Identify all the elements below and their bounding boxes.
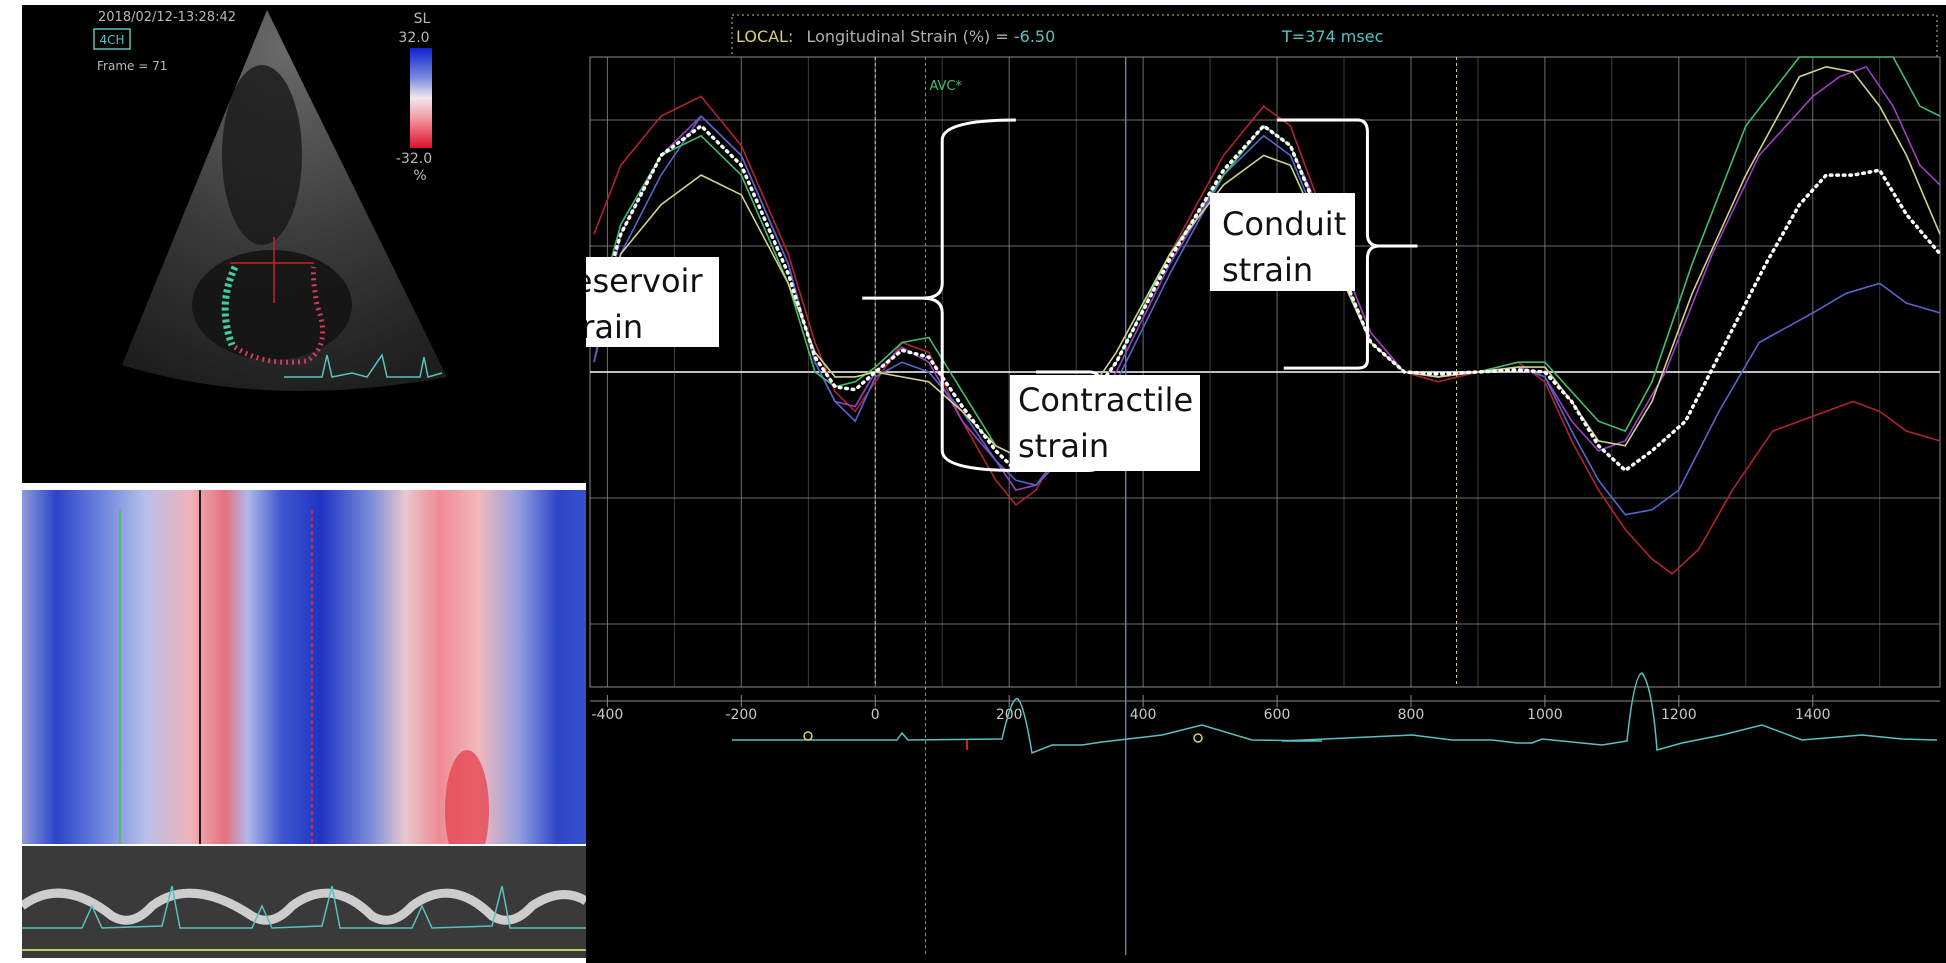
- strain-annotations: Reservoir strain Conduit strain Contract…: [586, 118, 1418, 472]
- local-label: LOCAL:: [736, 27, 793, 46]
- conduit-label-line1: Conduit: [1222, 205, 1346, 243]
- color-scale-unit: %: [413, 168, 426, 184]
- x-tick-label: 600: [1264, 707, 1291, 723]
- echo-image-panel: 2018/02/12-13:28:42 4CH Frame = 71 SL 32…: [22, 5, 586, 483]
- mmode-strip-svg: [22, 846, 586, 958]
- bottom-ecg-trace: [732, 672, 1938, 755]
- measure-label: Longitudinal Strain (%) =: [806, 27, 1008, 46]
- strain-chart-panel: LOCAL: Longitudinal Strain (%) = -6.50 T…: [586, 5, 1946, 963]
- color-scale-max: 32.0: [398, 30, 429, 46]
- ecg-event-marker-2: [1193, 733, 1203, 743]
- color-scale-min: -32.0: [396, 151, 432, 167]
- color-scale-title: SL: [414, 11, 431, 27]
- conduit-label-line2: strain: [1222, 251, 1313, 289]
- x-tick-label: 1000: [1527, 707, 1563, 723]
- event-markers: AVC*: [874, 57, 1458, 955]
- view-badge: 4CH: [99, 33, 124, 47]
- atrium-cavity: [192, 250, 352, 360]
- x-tick-label: 800: [1398, 707, 1425, 723]
- strain-map-field: [22, 490, 586, 844]
- measure-value: -6.50: [1014, 27, 1055, 46]
- header-readout: LOCAL: Longitudinal Strain (%) = -6.50: [736, 27, 1055, 46]
- chart-grid: [589, 56, 1941, 688]
- ecg-event-marker-1: [803, 731, 813, 741]
- echo-timestamp: 2018/02/12-13:28:42: [98, 10, 236, 25]
- strain-chart: LOCAL: Longitudinal Strain (%) = -6.50 T…: [586, 14, 1942, 955]
- segment-curve-blue: [593, 114, 1941, 516]
- strain-color-map: [22, 490, 586, 844]
- strain-map-svg: [22, 490, 586, 844]
- x-axis-ticks: -400 -200 0 200 400 600 800 1000 1200 1400: [590, 695, 1940, 723]
- x-tick-label: 1400: [1795, 707, 1831, 723]
- x-tick-label: 200: [996, 707, 1023, 723]
- x-tick-label: -200: [725, 707, 757, 723]
- reservoir-label-line1: Reservoir: [586, 262, 703, 300]
- x-tick-label: 400: [1130, 707, 1157, 723]
- reservoir-bracket: [862, 118, 1016, 472]
- echo-svg: 2018/02/12-13:28:42 4CH Frame = 71 SL 32…: [93, 10, 447, 391]
- mmode-ecg-strip: [22, 846, 586, 958]
- x-tick-label: 0: [871, 707, 880, 723]
- x-tick-label: -400: [592, 707, 624, 723]
- contractile-label-line1: Contractile: [1018, 381, 1193, 419]
- segment-curves: [592, 56, 1942, 575]
- frame-counter: Frame = 71: [97, 59, 167, 73]
- x-tick-label: 1200: [1661, 707, 1697, 723]
- reservoir-label-line2: strain: [586, 308, 643, 346]
- segment-curve-red: [593, 95, 1941, 575]
- color-scale-bar: [410, 48, 432, 148]
- time-readout: T=374 msec: [1281, 27, 1383, 46]
- avc-marker-label: AVC*: [929, 79, 962, 94]
- bottom-ecg: [732, 672, 1938, 755]
- mean-strain-curve: [592, 123, 1942, 473]
- ventricle-cavity: [222, 65, 302, 245]
- contractile-label-line2: strain: [1018, 427, 1109, 465]
